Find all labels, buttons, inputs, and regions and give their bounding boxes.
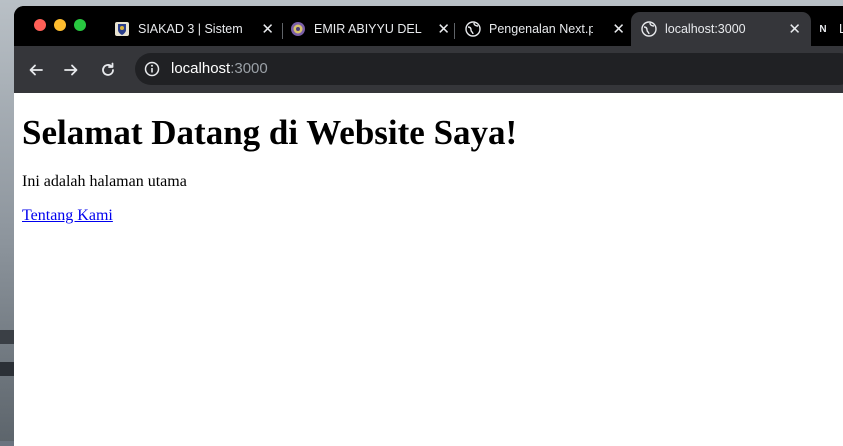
browser-toolbar: localhost:3000	[14, 46, 843, 93]
university-seal-icon	[290, 21, 306, 37]
globe-icon	[641, 21, 657, 37]
close-window-button[interactable]	[34, 19, 46, 31]
zoom-window-button[interactable]	[74, 19, 86, 31]
about-us-link[interactable]: Tentang Kami	[22, 207, 113, 225]
arrow-right-icon	[64, 64, 78, 76]
tab-title: localhost:3000	[665, 22, 746, 36]
tab-title: EMIR ABIYYU DEL	[314, 22, 422, 36]
tab-siakad[interactable]: SIAKAD 3 | Sistem ✕	[108, 12, 284, 46]
page-content: Selamat Datang di Website Saya! Ini adal…	[14, 93, 843, 446]
nextjs-icon: N	[819, 23, 827, 35]
minimize-window-button[interactable]	[54, 19, 66, 31]
url-port: :3000	[230, 60, 268, 77]
tab-close-icon[interactable]: ✕	[261, 20, 274, 38]
page-heading: Selamat Datang di Website Saya!	[22, 113, 518, 152]
address-bar[interactable]: localhost:3000	[135, 53, 843, 85]
tab-close-icon[interactable]: ✕	[612, 20, 625, 38]
tab-localhost[interactable]: localhost:3000 ✕	[631, 12, 811, 46]
tab-emir[interactable]: EMIR ABIYYU DEL ✕	[284, 12, 460, 46]
back-button[interactable]	[24, 58, 48, 82]
reload-button[interactable]	[96, 58, 120, 82]
forward-button[interactable]	[59, 58, 83, 82]
tab-separator	[282, 23, 283, 39]
tab-close-icon[interactable]: ✕	[437, 20, 450, 38]
url-host: localhost	[171, 60, 231, 77]
tab-title: SIAKAD 3 | Sistem	[138, 22, 243, 36]
tab-close-icon[interactable]: ✕	[788, 20, 801, 38]
page-paragraph: Ini adalah halaman utama	[22, 173, 187, 190]
tab-strip: SIAKAD 3 | Sistem ✕ EMIR ABIYYU DEL ✕ Pe…	[14, 6, 843, 46]
globe-icon	[465, 21, 481, 37]
browser-window: SIAKAD 3 | Sistem ✕ EMIR ABIYYU DEL ✕ Pe…	[14, 6, 843, 446]
reload-icon	[102, 62, 114, 76]
university-crest-icon	[114, 21, 130, 37]
tab-title: Pengenalan Next.p	[489, 22, 593, 36]
arrow-left-icon	[29, 64, 43, 76]
url-text: localhost:3000	[171, 60, 268, 77]
tab-separator	[454, 23, 455, 39]
tab-partial[interactable]: N L	[809, 12, 843, 46]
tab-title: L	[839, 22, 843, 36]
tab-nextjs-intro[interactable]: Pengenalan Next.p ✕	[459, 12, 635, 46]
site-info-icon[interactable]	[144, 61, 160, 82]
